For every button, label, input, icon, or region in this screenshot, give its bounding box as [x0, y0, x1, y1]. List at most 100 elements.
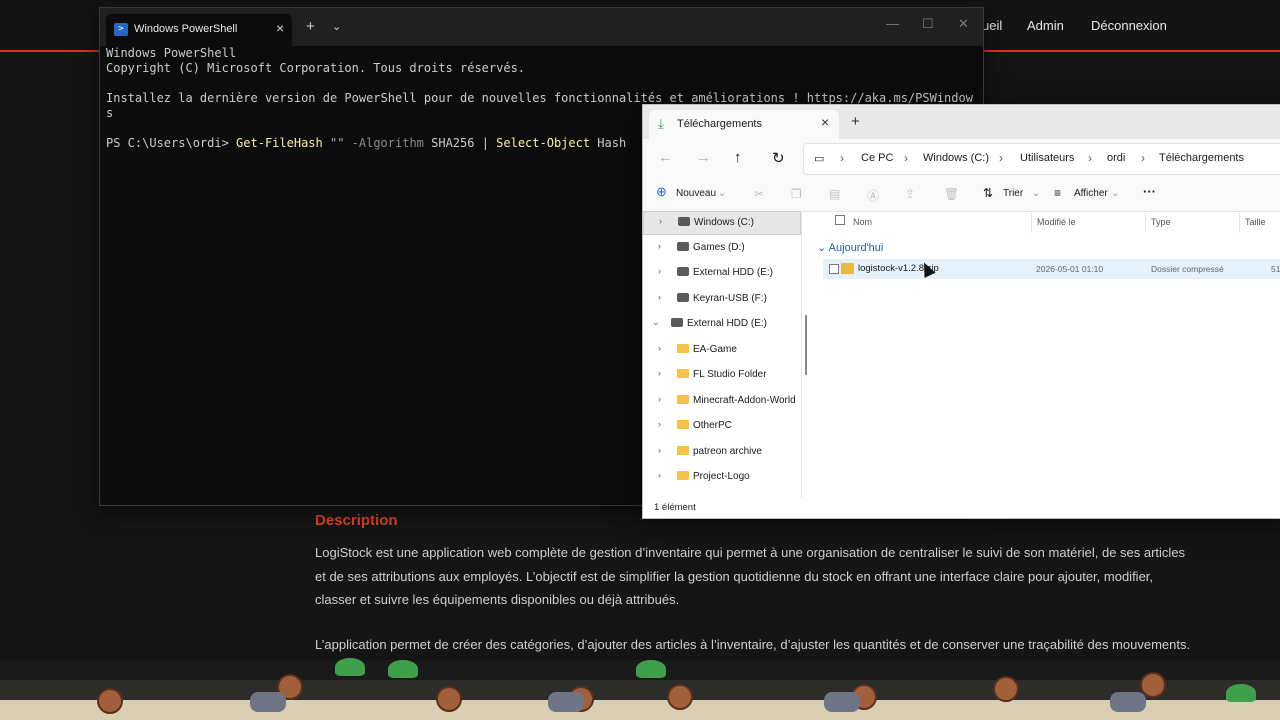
new-tab-button[interactable]: + — [851, 113, 860, 130]
chevron-right-icon[interactable]: › — [658, 394, 661, 404]
paste-icon[interactable]: ▤ — [829, 187, 840, 201]
breadcrumb-telechargements[interactable]: Téléchargements — [1159, 152, 1244, 164]
file-explorer-window[interactable]: ⤓ Téléchargements × + ← → ↑ ↻ ▭ › Ce PC … — [642, 104, 1280, 519]
sort-icon[interactable]: ⇅ — [983, 186, 993, 200]
pane-divider[interactable] — [801, 211, 802, 498]
forward-arrow-icon[interactable]: → — [696, 149, 711, 166]
chevron-right-icon[interactable]: › — [658, 445, 661, 455]
sidebar-item-fl-studio[interactable]: › FL Studio Folder — [643, 364, 799, 386]
more-options-button[interactable]: ··· — [1143, 184, 1156, 199]
chevron-down-icon[interactable]: ⌄ — [1032, 188, 1040, 199]
drive-icon — [677, 293, 689, 302]
breadcrumb-separator[interactable]: › — [904, 151, 908, 165]
sort-button[interactable]: Trier — [1003, 188, 1023, 199]
breadcrumb-separator[interactable]: › — [999, 151, 1003, 165]
chevron-right-icon[interactable]: › — [658, 343, 661, 353]
nav-logout[interactable]: Déconnexion — [1091, 18, 1167, 33]
up-arrow-icon[interactable]: ↑ — [734, 149, 742, 166]
sidebar-item-label: Keyran-USB (F:) — [693, 293, 767, 304]
view-icon[interactable]: ≡ — [1054, 186, 1061, 200]
sidebar-item-label: FL Studio Folder — [693, 369, 767, 380]
breadcrumb-separator[interactable]: › — [840, 151, 844, 165]
share-icon[interactable]: ⇪ — [905, 187, 915, 201]
zip-folder-icon — [841, 263, 854, 274]
chevron-right-icon[interactable]: › — [658, 241, 661, 251]
minimize-icon[interactable]: — — [886, 16, 899, 31]
sidebar-item-games-d[interactable]: › Games (D:) — [643, 237, 799, 259]
chevron-down-icon[interactable]: ⌄ — [718, 188, 726, 199]
chevron-right-icon[interactable]: › — [658, 292, 661, 302]
column-separator[interactable] — [1031, 213, 1032, 233]
sidebar-item-minecraft[interactable]: › Minecraft-Addon-World — [643, 390, 799, 412]
column-separator[interactable] — [1145, 213, 1146, 233]
powershell-titlebar[interactable]: > Windows PowerShell × + ⌄ — ☐ ✕ — [100, 8, 983, 46]
close-window-icon[interactable]: ✕ — [958, 16, 969, 32]
copy-icon[interactable]: ❐ — [791, 187, 802, 201]
chevron-right-icon[interactable]: › — [659, 216, 662, 226]
chevron-down-icon[interactable]: ⌄ — [652, 317, 660, 328]
breadcrumb-separator[interactable]: › — [1141, 151, 1145, 165]
breadcrumb-ce-pc[interactable]: Ce PC — [861, 152, 893, 164]
new-tab-button[interactable]: + — [306, 18, 315, 35]
chevron-right-icon[interactable]: › — [658, 419, 661, 429]
explorer-titlebar[interactable]: ⤓ Téléchargements × + — [643, 105, 1280, 139]
column-header-modified[interactable]: Modifié le — [1037, 217, 1076, 227]
close-tab-icon[interactable]: × — [276, 20, 284, 36]
column-header-size[interactable]: Taille — [1245, 217, 1266, 227]
chevron-right-icon[interactable]: › — [658, 470, 661, 480]
chevron-down-icon[interactable]: ⌄ — [1111, 188, 1119, 199]
view-button[interactable]: Afficher — [1074, 188, 1108, 199]
sidebar-item-label: External HDD (E:) — [687, 318, 768, 329]
column-separator[interactable] — [1239, 213, 1240, 233]
sidebar-item-keyran-usb[interactable]: › Keyran-USB (F:) — [643, 288, 799, 310]
sidebar-item-label: OtherPC — [693, 420, 732, 431]
new-button[interactable]: Nouveau — [676, 188, 716, 199]
file-list[interactable]: Nom Modifié le Type Taille ⌄ Aujourd'hui… — [803, 211, 1280, 498]
chevron-right-icon[interactable]: › — [658, 368, 661, 378]
console-cmdlet-2: Select-Object — [496, 136, 591, 150]
breadcrumb-utilisateurs[interactable]: Utilisateurs — [1020, 152, 1074, 164]
powershell-tab[interactable]: > Windows PowerShell × — [106, 14, 292, 46]
item-count: 1 élément — [654, 502, 696, 513]
breadcrumb-ordi[interactable]: ordi — [1107, 152, 1125, 164]
sidebar-item-external-hdd[interactable]: › External HDD (E:) — [643, 262, 799, 284]
maximize-icon[interactable]: ☐ — [922, 16, 934, 32]
chevron-right-icon[interactable]: › — [658, 266, 661, 276]
address-bar-row: ← → ↑ ↻ ▭ › Ce PC › Windows (C:) › Utili… — [643, 139, 1280, 179]
breadcrumb-windows-c[interactable]: Windows (C:) — [923, 152, 989, 164]
navigation-pane[interactable]: › Windows (C:) › Games (D:) › External H… — [643, 211, 801, 498]
sidebar-item-ea-game[interactable]: › EA-Game — [643, 339, 799, 361]
sidebar-item-project-logo[interactable]: › Project-Logo — [643, 466, 799, 488]
breadcrumb[interactable]: ▭ › Ce PC › Windows (C:) › Utilisateurs … — [803, 143, 1280, 175]
column-header-type[interactable]: Type — [1151, 217, 1171, 227]
delete-icon[interactable]: 🗑 — [944, 187, 959, 201]
back-arrow-icon[interactable]: ← — [658, 149, 673, 166]
sidebar-item-patreon[interactable]: › patreon archive — [643, 441, 799, 463]
new-plus-icon[interactable]: ⊕ — [656, 184, 667, 200]
folder-icon — [677, 395, 689, 404]
nav-accueil[interactable]: ueil — [982, 18, 1002, 33]
console-tail: Hash — [590, 136, 627, 150]
table-row[interactable]: logistock-v1.2.8.zip 2026-05-01 01:10 Do… — [823, 259, 1280, 279]
monitor-icon: ▭ — [814, 153, 825, 165]
nav-admin[interactable]: Admin — [1027, 18, 1064, 33]
chevron-down-icon[interactable]: ⌄ — [332, 20, 341, 33]
sidebar-item-otherpc[interactable]: › OtherPC — [643, 415, 799, 437]
row-checkbox[interactable] — [829, 264, 839, 274]
sidebar-item-external-hdd-expanded[interactable]: ⌄ External HDD (E:) — [643, 313, 799, 335]
drive-icon — [678, 217, 690, 226]
refresh-icon[interactable]: ↻ — [772, 149, 785, 167]
console-line: Copyright (C) Microsoft Corporation. Tou… — [106, 61, 526, 75]
chevron-down-icon[interactable]: ⌄ — [817, 242, 826, 254]
group-header[interactable]: ⌄ Aujourd'hui — [817, 241, 883, 254]
breadcrumb-separator[interactable]: › — [1088, 151, 1092, 165]
folder-icon — [677, 344, 689, 353]
select-all-checkbox[interactable] — [835, 215, 845, 225]
explorer-tab[interactable]: ⤓ Téléchargements × — [649, 110, 839, 139]
close-tab-icon[interactable]: × — [821, 114, 829, 130]
rename-icon[interactable]: Ⓐ — [867, 187, 879, 204]
cut-icon[interactable]: ✂ — [754, 187, 764, 201]
sidebar-item-windows-c[interactable]: › Windows (C:) — [643, 211, 801, 235]
column-header-name[interactable]: Nom — [853, 217, 872, 227]
palm-tree-sprite — [335, 658, 365, 676]
